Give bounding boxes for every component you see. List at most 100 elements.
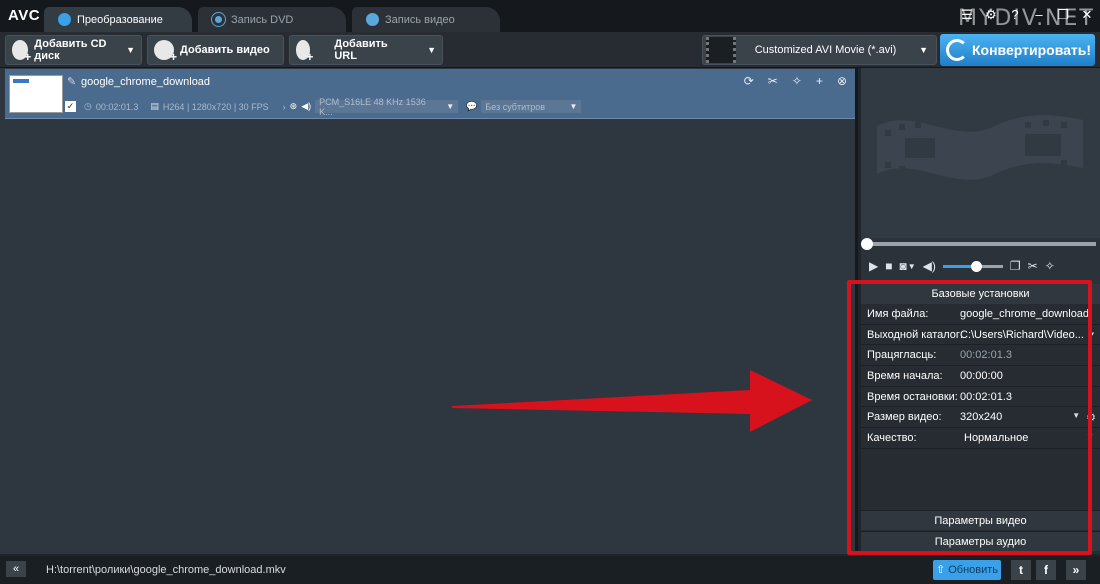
chevron-down-icon[interactable]: ▼ [427,45,436,55]
tab-convert[interactable]: Преобразование [44,7,192,32]
minimize-icon[interactable]: – [1032,7,1046,23]
output-dir-value[interactable]: C:\Users\Richard\Video... ▰ [956,329,1100,341]
subtitle-select[interactable]: Без субтитров ▼ [481,100,582,113]
status-bar: « H:\torrent\ролики\google_chrome_downlo… [0,556,1100,584]
video-info: H264 | 1280x720 | 30 FPS [162,101,269,112]
volume-slider[interactable] [942,260,1003,272]
setting-filename[interactable]: Имя файла: google_chrome_download [861,304,1100,325]
play-icon [366,13,379,26]
film-reel-add-icon [154,40,177,64]
globe-add-icon [296,40,314,64]
setting-quality[interactable]: Качество: Нормальное ▼ [861,428,1100,449]
twitter-icon[interactable]: t [1011,560,1031,580]
help-icon[interactable]: ? [1008,7,1022,23]
video-size-value: 320x240 [960,411,1003,424]
tab-label: Запись DVD [231,13,294,26]
item-actions: ⟳ ✂ ✧ + ⊗ [744,74,847,88]
setting-label: Время начала: [867,369,943,382]
maximize-icon[interactable]: ❐ [1056,7,1070,23]
setting-output-dir[interactable]: Выходной каталог: C:\Users\Richard\Video… [861,325,1100,346]
add-icon[interactable]: + [816,74,823,88]
setting-label: Качество: [867,431,917,444]
toolbar: Добавить CD диск ▼ Добавить видео Добави… [0,32,1100,68]
tab-label: Запись видео [385,13,455,26]
add-url-label: Добавить URL [334,38,388,62]
scissors-icon[interactable]: ✂ [1028,259,1038,273]
collapse-right-button[interactable]: » [1066,560,1086,580]
cd-add-icon [12,40,32,64]
settings-panel: Базовые установки Имя файла: google_chro… [861,284,1100,554]
setting-label: Выходной каталог: [867,328,963,341]
audio-track-value: PCM_S16LE 48 KHz 1536 K... [319,96,426,117]
settings-title: Базовые установки [861,284,1100,304]
subtitle-value: Без субтитров [485,101,546,112]
chevron-down-icon[interactable]: ▼ [126,45,135,55]
log-icon[interactable]: ☰ [960,7,974,23]
camera-icon[interactable]: ◙ [899,259,906,273]
copy-icon[interactable]: ❐ [1010,259,1021,273]
magic-wand-icon[interactable]: ✧ [792,74,802,88]
quality-select[interactable]: Нормальное ▼ [956,432,1100,444]
magic-wand-icon[interactable]: ✧ [1045,259,1055,273]
chevron-down-icon: ▼ [1086,431,1094,441]
volume-handle[interactable] [970,260,982,272]
gear-icon[interactable]: ⚙ [984,7,998,23]
tab-label: Преобразование [77,13,163,26]
title-bar: AVC Преобразование Запись DVD Запись вид… [0,0,1100,32]
tab-dvd[interactable]: Запись DVD [198,7,346,32]
gear-icon[interactable]: ⚙ [1086,411,1100,424]
speaker-icon[interactable]: ◀) [923,259,936,273]
pencil-icon[interactable]: ✎ [67,75,76,88]
play-icon[interactable]: ▶ [869,259,878,273]
file-path: H:\torrent\ролики\google_chrome_download… [46,564,286,576]
file-name: google_chrome_download [81,76,211,88]
refresh-icon [946,39,968,61]
chevron-down-icon: ▼ [1072,411,1081,421]
file-meta: ✓ ◷ 00:02:01.3 ▤ H264 | 1280x720 | 30 FP… [65,97,582,117]
tab-record[interactable]: Запись видео [352,7,500,32]
film-strip-icon [877,115,1083,180]
add-video-button[interactable]: Добавить видео [147,35,284,65]
facebook-icon[interactable]: f [1036,560,1056,580]
setting-video-size[interactable]: Размер видео: 320x240 ▼ ⚙ [861,407,1100,429]
setting-start-time[interactable]: Время начала: 00:00:00 [861,366,1100,387]
add-cd-button[interactable]: Добавить CD диск ▼ [5,35,142,65]
profile-label: Customized AVI Movie (*.avi) [754,44,897,56]
chevron-down-icon: ▼ [446,102,455,111]
annotation-arrow [452,370,812,432]
video-params-button[interactable]: Параметры видео [861,510,1100,530]
clock-icon: ◷ [84,101,92,111]
list-item[interactable]: ✎ google_chrome_download ⟳ ✂ ✧ + ⊗ ✓ ◷ 0… [5,69,855,119]
film-icon: ▤ [150,101,159,111]
stop-icon[interactable]: ■ [885,259,892,273]
refresh-icon[interactable]: ⟳ [744,74,754,88]
filename-value[interactable]: google_chrome_download [956,308,1100,320]
chevron-down-icon: ▼ [569,102,578,111]
setting-stop-time[interactable]: Время остановки: 00:02:01.3 [861,387,1100,408]
seek-handle[interactable] [861,238,873,250]
convert-button[interactable]: Конвертировать! [940,34,1095,66]
select-checkbox[interactable]: ✓ [65,101,76,112]
folder-icon[interactable]: ▰ [1088,329,1100,341]
duration: 00:02:01.3 [95,101,139,112]
chevron-down-icon[interactable]: ▼ [908,262,916,271]
audio-params-button[interactable]: Параметры аудио [861,531,1100,551]
scissors-icon[interactable]: ✂ [768,74,778,88]
stop-time-value[interactable]: 00:02:01.3 [956,391,1100,403]
start-time-value[interactable]: 00:00:00 [956,370,1100,382]
output-profile-select[interactable]: Customized AVI Movie (*.avi) ▼ [702,35,937,65]
window-controls: ☰ ⚙ ? – ❐ ✕ [960,7,1094,23]
subtitle-icon: 💬 [466,101,478,111]
duration-value: 00:02:01.3 [960,349,1012,362]
update-button[interactable]: ⇧ Обновить [933,560,1001,580]
setting-label: Размер видео: [867,411,942,424]
close-icon[interactable]: ✕ [1080,7,1094,23]
add-url-button[interactable]: Добавить URL ▼ [289,35,443,65]
video-size-select[interactable]: 320x240 ▼ [956,411,1086,423]
remove-icon[interactable]: ⊗ [837,74,847,88]
audio-track-select[interactable]: PCM_S16LE 48 KHz 1536 K... ▼ [315,97,459,117]
setting-duration: Працягласць: 00:02:01.3 [861,345,1100,367]
update-label: Обновить [948,564,999,576]
seek-bar[interactable] [861,238,1096,250]
collapse-left-button[interactable]: « [6,561,26,577]
